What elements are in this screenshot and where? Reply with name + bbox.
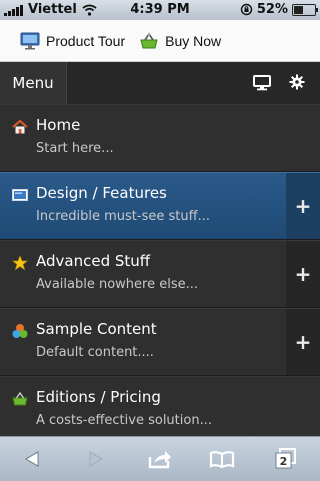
forward-button[interactable] — [76, 443, 116, 475]
bookmarks-icon — [209, 451, 235, 468]
star-icon — [12, 255, 28, 271]
buy-now-label: Buy Now — [165, 32, 222, 49]
battery-icon — [292, 3, 318, 16]
status-bar: Viettel 4:39 PM 52% — [0, 0, 320, 20]
image-icon — [12, 189, 28, 201]
menu-item-subtitle: Incredible must-see stuff... — [36, 209, 210, 224]
expand-button[interactable]: + — [286, 309, 320, 375]
buy-now-link[interactable]: Buy Now — [139, 32, 221, 50]
menu-item-subtitle: Start here... — [36, 141, 114, 156]
menu-item-title: Advanced Stuff — [36, 252, 151, 270]
product-tour-label: Product Tour — [46, 32, 126, 49]
menu-item-title: Home — [36, 116, 81, 134]
top-link-bar: Product Tour Buy Now — [0, 20, 320, 62]
expand-button[interactable]: + — [286, 173, 320, 239]
menu-item-sample-content[interactable]: Sample Content Default content.... + — [0, 308, 320, 376]
menu-item-design-features[interactable]: Design / Features Incredible must-see st… — [0, 172, 320, 240]
forward-icon — [89, 451, 103, 467]
basket-icon — [12, 391, 28, 406]
menu-list: Home Start here... Design / Features Inc… — [0, 104, 320, 444]
tabs-button[interactable]: 2 — [266, 443, 306, 475]
back-icon — [25, 451, 39, 467]
menu-item-title: Design / Features — [36, 184, 167, 202]
menu-button[interactable]: Menu — [0, 62, 67, 104]
menu-item-subtitle: A costs-effective solution... — [36, 413, 212, 428]
back-button[interactable] — [12, 443, 52, 475]
tabs-count: 2 — [280, 455, 288, 468]
basket-icon — [140, 32, 158, 48]
monitor-icon — [20, 32, 40, 49]
share-button[interactable] — [140, 443, 180, 475]
menu-item-home[interactable]: Home Start here... — [0, 104, 320, 172]
menu-item-advanced-stuff[interactable]: Advanced Stuff Available nowhere else...… — [0, 240, 320, 308]
tabs-icon: 2 — [275, 448, 296, 469]
browser-toolbar: 2 — [0, 436, 320, 481]
monitor-icon[interactable] — [253, 75, 271, 91]
bookmarks-button[interactable] — [202, 443, 242, 475]
menu-bar: Menu — [0, 62, 320, 105]
menu-item-editions-pricing[interactable]: Editions / Pricing A costs-effective sol… — [0, 376, 320, 444]
menu-item-title: Sample Content — [36, 320, 157, 338]
menu-item-subtitle: Available nowhere else... — [36, 277, 199, 292]
expand-button[interactable]: + — [286, 241, 320, 307]
home-icon — [12, 119, 28, 134]
battery-percent: 52% — [256, 2, 288, 17]
orientation-lock-icon — [240, 3, 253, 16]
menu-item-title: Editions / Pricing — [36, 388, 161, 406]
product-tour-link[interactable]: Product Tour — [20, 32, 125, 50]
shapes-icon — [12, 324, 28, 338]
menu-item-subtitle: Default content.... — [36, 345, 154, 360]
gear-icon[interactable] — [289, 74, 305, 90]
share-icon — [148, 451, 171, 469]
